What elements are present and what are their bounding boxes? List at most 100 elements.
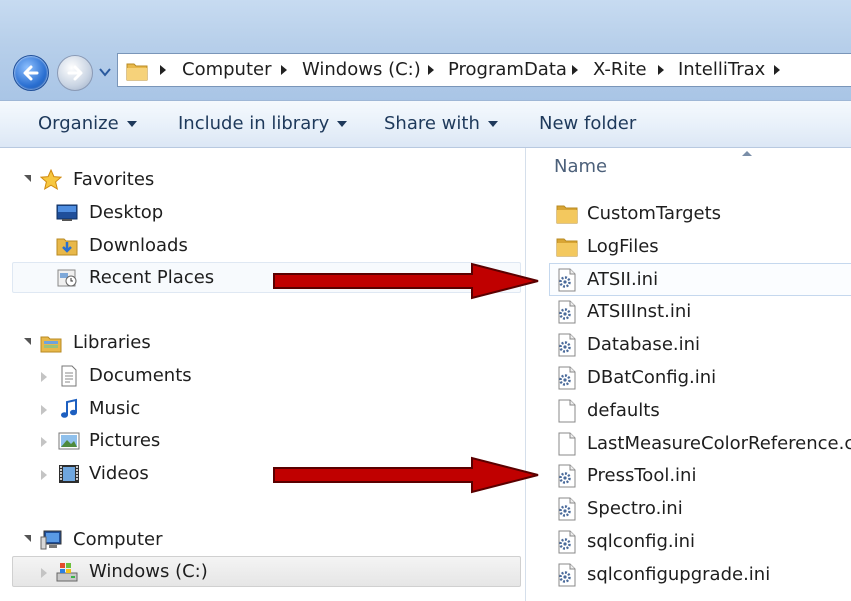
recent-places-icon [57,269,77,287]
include-in-library-label: Include in library [178,113,330,134]
nav-desktop-label: Desktop [89,202,164,223]
file-name: CustomTargets [587,203,722,224]
breadcrumb-separator[interactable] [774,65,780,75]
expand-chevron-icon[interactable] [41,372,47,382]
computer-icon [40,530,62,550]
config-file-icon [558,268,576,292]
sort-ascending-icon [742,151,752,156]
recent-pages-dropdown-icon[interactable] [99,66,111,78]
nav-favorites-label: Favorites [73,169,155,190]
red-arrow-icon [273,262,539,300]
back-button[interactable] [13,55,49,91]
expanded-chevron-icon[interactable] [24,338,31,345]
downloads-folder-icon [56,238,78,256]
expand-chevron-icon[interactable] [41,470,47,480]
organize-label: Organize [38,113,119,134]
file-name: Spectro.ini [587,498,683,520]
nav-pictures[interactable]: Pictures [40,426,260,456]
expand-chevron-icon[interactable] [41,437,47,447]
nav-music[interactable]: Music [40,394,260,424]
nav-windows-c-label: Windows (C:) [89,561,208,582]
name-column-header[interactable]: Name [554,156,607,177]
file-name: ATSIIInst.ini [587,301,692,323]
chevron-down-icon [337,121,348,127]
file-name: sqlconfig.ini [587,531,696,552]
star-icon [40,169,62,191]
share-with-button[interactable]: Share with [384,101,498,147]
breadcrumb-separator[interactable] [572,65,578,75]
pictures-icon [58,432,80,450]
nav-music-label: Music [89,398,141,419]
new-folder-button[interactable]: New folder [539,101,636,147]
config-file-icon [558,563,576,587]
config-file-icon [558,333,576,357]
libraries-icon [40,336,62,353]
nav-windows-c[interactable]: Windows (C:) [40,557,260,587]
nav-pictures-label: Pictures [89,430,161,451]
file-name: sqlconfigupgrade.ini [587,563,771,585]
desktop-icon [56,204,78,221]
share-with-label: Share with [384,113,480,134]
expand-chevron-icon[interactable] [41,568,47,578]
expanded-chevron-icon[interactable] [24,535,31,542]
blank-file-icon [558,432,576,456]
nav-documents[interactable]: Documents [40,361,260,391]
forward-arrow-icon [67,65,83,81]
breadcrumb-computer[interactable]: Computer [182,54,271,86]
breadcrumb-separator[interactable] [658,65,664,75]
nav-recent-places[interactable]: Recent Places [56,263,256,293]
nav-documents-label: Documents [89,365,192,386]
folder-icon [556,205,578,224]
config-file-icon [558,464,576,488]
nav-downloads[interactable]: Downloads [56,231,256,261]
file-name: Database.ini [587,334,701,356]
nav-computer[interactable]: Computer [24,525,224,555]
documents-icon [61,365,77,387]
videos-icon [59,465,79,483]
command-bar: Organize Include in library Share with N… [0,100,851,148]
file-name: ATSII.ini [587,268,659,290]
nav-favorites[interactable]: Favorites [24,165,224,195]
address-bar[interactable]: Computer Windows (C:) ProgramData X-Rite… [117,53,851,87]
file-name: PressTool.ini [587,465,697,487]
breadcrumb-intellitrax[interactable]: IntelliTrax [678,54,765,86]
config-file-icon [558,530,576,554]
nav-libraries-label: Libraries [73,332,151,353]
breadcrumb-programdata[interactable]: ProgramData [448,54,567,86]
back-arrow-icon [23,65,39,81]
forward-button[interactable] [57,55,93,91]
nav-desktop[interactable]: Desktop [56,198,256,228]
file-name: DBatConfig.ini [587,367,717,388]
folder-icon [556,238,578,257]
expand-chevron-icon[interactable] [41,405,47,415]
file-name: defaults [587,399,660,421]
config-file-icon [558,497,576,521]
config-file-icon [558,366,576,390]
nav-recent-places-label: Recent Places [89,267,215,288]
chevron-down-icon [487,121,498,127]
nav-libraries[interactable]: Libraries [24,328,224,358]
folder-icon [126,63,148,81]
file-name: LogFiles [587,235,659,257]
red-arrow-icon [273,456,539,494]
music-icon [61,398,77,418]
breadcrumb-separator[interactable] [428,65,434,75]
chevron-down-icon [126,121,137,127]
blank-file-icon [558,399,576,423]
breadcrumb-windows-c[interactable]: Windows (C:) [302,54,421,86]
nav-videos-label: Videos [89,463,149,484]
breadcrumb-x-rite[interactable]: X-Rite [593,54,647,86]
include-in-library-button[interactable]: Include in library [178,101,348,147]
file-name: LastMeasureColorReference.ccv [587,432,851,454]
drive-icon [56,563,78,582]
title-bar: Computer Windows (C:) ProgramData X-Rite… [0,0,851,100]
nav-downloads-label: Downloads [89,235,188,256]
nav-videos[interactable]: Videos [40,459,260,489]
breadcrumb-separator[interactable] [160,65,166,75]
breadcrumb-separator[interactable] [281,65,287,75]
organize-button[interactable]: Organize [38,101,137,147]
config-file-icon [558,300,576,324]
nav-computer-label: Computer [73,529,163,550]
expanded-chevron-icon[interactable] [24,175,31,182]
explorer-window: Computer Windows (C:) ProgramData X-Rite… [0,0,851,601]
